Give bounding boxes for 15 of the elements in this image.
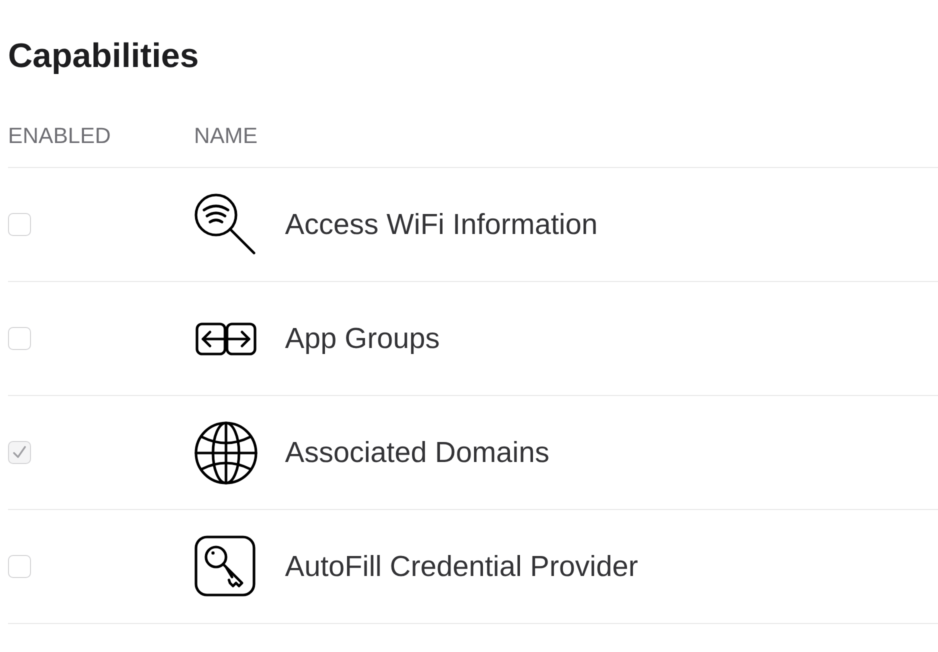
checkbox[interactable] (8, 555, 31, 578)
check-icon (12, 445, 27, 460)
capability-name: App Groups (285, 322, 440, 356)
magnifier-wifi-icon (194, 192, 258, 256)
capability-name: Access WiFi Information (285, 208, 598, 242)
checkbox[interactable] (8, 441, 31, 464)
globe-icon (194, 420, 258, 484)
column-header: NAME (194, 123, 258, 149)
capability-name: AutoFill Credential Provider (285, 550, 638, 584)
checkbox[interactable] (8, 327, 31, 350)
capability-name: Associated Domains (285, 436, 550, 470)
column-header: ENABLED (8, 123, 112, 149)
checkbox[interactable] (8, 213, 31, 236)
page-title: Capabilities (8, 36, 200, 77)
key-icon (194, 534, 258, 598)
